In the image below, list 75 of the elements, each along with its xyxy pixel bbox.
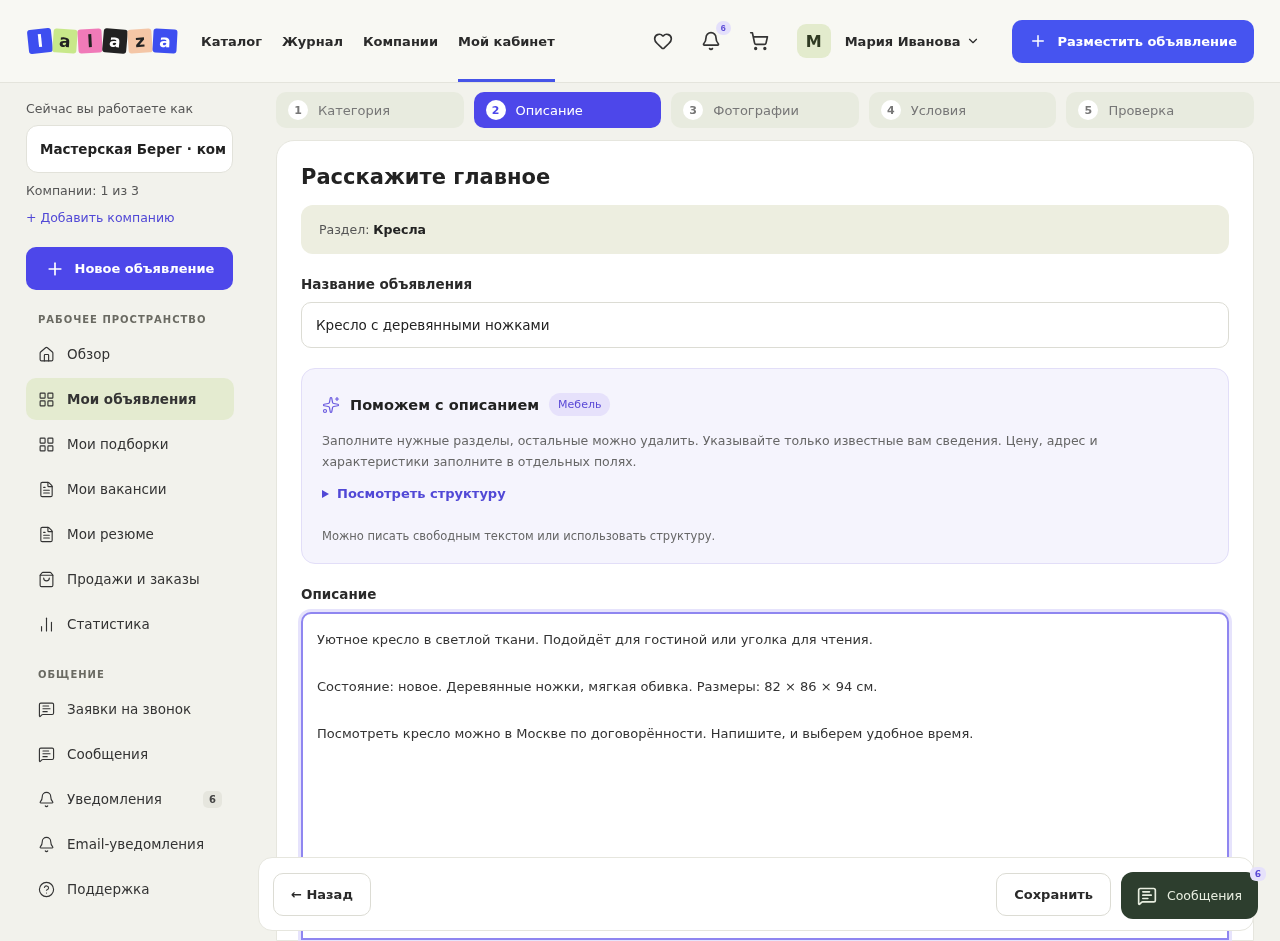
document-icon	[38, 480, 55, 498]
title-input[interactable]: Кресло с деревянными ножками	[301, 302, 1229, 348]
nav-link[interactable]: Каталог	[201, 0, 262, 82]
field-label: Название объявления	[301, 276, 474, 292]
helper-text: Заполните нужные разделы, остальные можно удалить. Указывайте только известные вам сведения. Цену, адрес и характеристики заполните в отдельных полях.	[322, 432, 1099, 471]
sidebar-item-label: Уведомления	[67, 791, 162, 807]
step-tab[interactable]: 1 Категория	[276, 92, 464, 128]
grid-icon	[38, 390, 55, 408]
sidebar-item-label: Мои подборки	[67, 436, 169, 452]
sidebar-item-label: Продажи и заказы	[67, 571, 200, 587]
bell-icon	[38, 835, 55, 853]
sidebar-item[interactable]: Email-уведомления	[26, 823, 234, 865]
document-icon	[38, 525, 55, 543]
step-tab[interactable]: 4 Условия	[868, 92, 1057, 128]
field-label: Описание	[301, 586, 378, 602]
sidebar-item[interactable]: Обзор	[26, 333, 234, 375]
sidebar-item[interactable]: Мои вакансии	[26, 468, 234, 510]
section-note: Раздел: Кресла	[301, 205, 1229, 254]
sidebar-item[interactable]: Мои объявления	[26, 378, 234, 420]
home-icon	[38, 345, 55, 363]
bell-icon	[700, 31, 721, 51]
cart-icon	[748, 31, 769, 51]
back-button[interactable]: ← Назад	[273, 872, 371, 916]
sidebar-item-label: Статистика	[67, 616, 150, 632]
sidebar-item[interactable]: Мои подборки	[26, 423, 234, 465]
sidebar-item[interactable]: Продажи и заказы	[26, 558, 234, 600]
heart-icon	[652, 31, 673, 51]
sidebar-item[interactable]: Статистика	[26, 603, 234, 645]
grid-icon	[38, 435, 55, 453]
sidebar-item-label: Поддержка	[67, 881, 150, 897]
structure-toggle[interactable]: Посмотреть структуру	[322, 486, 506, 501]
sidebar-item[interactable]: Поддержка	[26, 868, 234, 910]
working-as-label: Сейчас вы работаете как	[26, 101, 194, 116]
chat-icon	[38, 700, 55, 718]
add-company-link[interactable]: + Добавить компанию	[26, 210, 234, 225]
sidebar-item-label: Заявки на звонок	[67, 701, 192, 717]
notification-count: 6	[715, 21, 731, 35]
sidebar-item[interactable]: Сообщения	[26, 733, 234, 775]
chat-icon	[38, 745, 55, 763]
sidebar-item-label: Email-уведомления	[67, 836, 204, 852]
sparkle-icon	[322, 395, 340, 414]
nav-link[interactable]: Мой кабинет	[458, 0, 555, 82]
companies-count: Компании: 1 из 3	[26, 183, 140, 198]
sidebar-item-label: Сообщения	[67, 746, 148, 762]
form-title: Расскажите главное	[301, 165, 552, 189]
category-tag: Мебель	[549, 393, 611, 416]
sidebar-item[interactable]: Уведомления 6	[26, 778, 234, 820]
chat-icon	[1137, 885, 1157, 906]
help-icon	[38, 880, 55, 898]
sidebar-item-label: Обзор	[67, 346, 110, 362]
nav-link[interactable]: Компании	[362, 0, 439, 82]
sidebar-item[interactable]: Мои резюме	[26, 513, 234, 555]
new-ad-button[interactable]: Новое объявление	[26, 247, 233, 290]
count-badge: 6	[203, 790, 222, 808]
bell-icon	[38, 790, 55, 808]
bar-chart-icon	[38, 615, 55, 633]
helper-title: Поможем с описанием	[350, 396, 540, 413]
section-title: РАБОЧЕЕ ПРОСТРАНСТВО	[38, 314, 208, 325]
user-menu[interactable]: Мария Иванова	[838, 32, 987, 50]
step-tab[interactable]: 3 Фотографии	[671, 92, 859, 128]
helper-footnote: Можно писать свободным текстом или использовать структуру.	[322, 529, 717, 543]
sidebar-item[interactable]: Заявки на звонок	[26, 688, 234, 730]
company-select[interactable]: Мастерская Берег · ком	[26, 125, 233, 173]
sidebar-item-label: Мои объявления	[67, 391, 197, 407]
bag-icon	[38, 570, 55, 588]
sidebar-item-label: Мои вакансии	[67, 481, 167, 497]
post-ad-button[interactable]: Разместить объявление	[1012, 19, 1254, 63]
step-tab[interactable]: 2 Описание	[473, 92, 662, 128]
logo[interactable]: l a l a z a	[28, 29, 177, 53]
section-title: ОБЩЕНИЕ	[38, 669, 106, 680]
avatar: M	[796, 24, 831, 58]
nav-link[interactable]: Журнал	[281, 0, 343, 82]
save-button[interactable]: Сохранить	[996, 872, 1111, 916]
step-tab[interactable]: 5 Проверка	[1066, 92, 1254, 128]
sidebar-item-label: Мои резюме	[67, 526, 154, 542]
